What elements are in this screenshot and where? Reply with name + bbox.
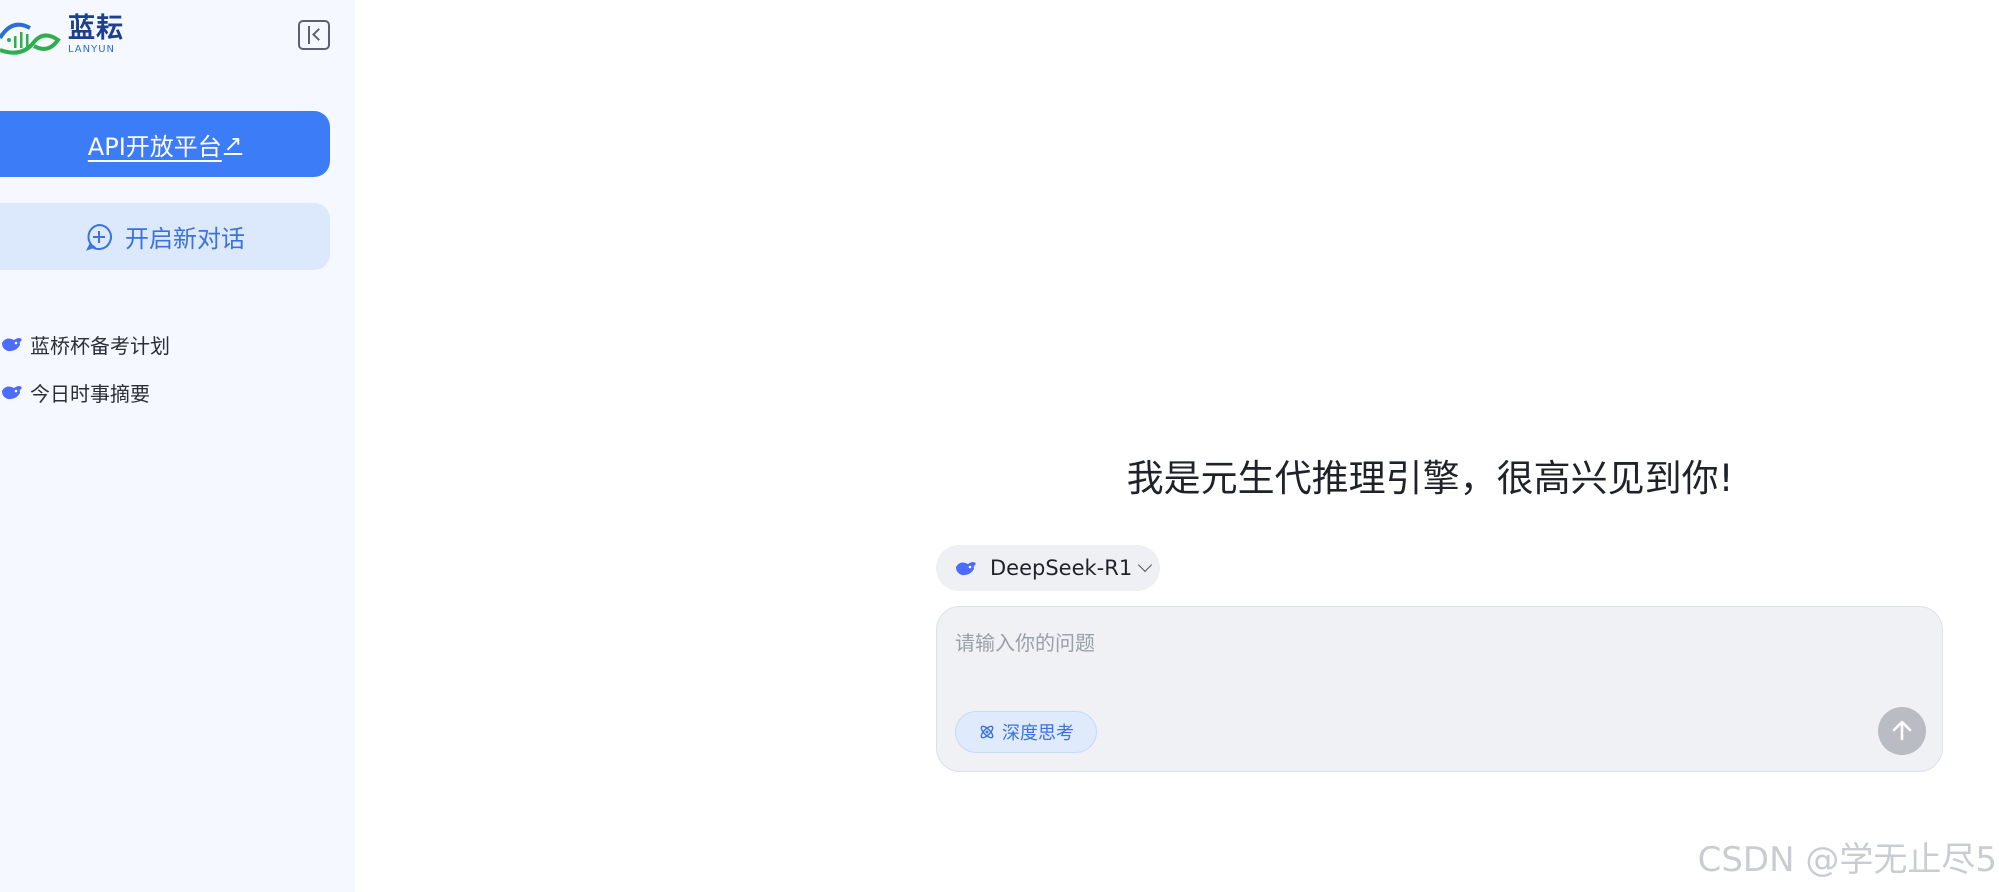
- history-item-label: 蓝桥杯备考计划: [30, 333, 170, 358]
- deep-think-label: 深度思考: [1002, 723, 1074, 744]
- sidebar-collapse-icon: [308, 26, 310, 44]
- new-chat-label: 开启新对话: [125, 225, 245, 253]
- question-input[interactable]: [955, 627, 1855, 667]
- model-selector[interactable]: DeepSeek-R1: [936, 545, 1160, 591]
- send-button[interactable]: [1878, 707, 1926, 755]
- welcome-greeting: 我是元生代推理引擎，很高兴见到你!: [1126, 457, 1734, 500]
- whale-icon: [2, 386, 22, 400]
- lanyun-logo-icon: [0, 22, 61, 55]
- history-item-label: 今日时事摘要: [30, 381, 150, 406]
- api-platform-button[interactable]: API开放平台 ↗: [0, 111, 330, 177]
- chat-history-list: 蓝桥杯备考计划 今日时事摘要: [0, 320, 355, 416]
- external-link-icon: ↗: [223, 131, 243, 157]
- app-root: 蓝耘 LANYUN API开放平台 ↗ 开启新对话 蓝桥杯备考计划 今日时事摘要…: [0, 0, 1999, 892]
- history-item[interactable]: 蓝桥杯备考计划: [0, 320, 355, 368]
- chat-plus-icon: [86, 223, 112, 251]
- logo-name-cn: 蓝耘: [68, 13, 124, 44]
- logo: 蓝耘 LANYUN: [0, 12, 140, 58]
- new-chat-button[interactable]: 开启新对话: [0, 203, 330, 270]
- history-item[interactable]: 今日时事摘要: [0, 368, 355, 416]
- deepseek-whale-icon: [956, 562, 976, 576]
- sidebar: 蓝耘 LANYUN API开放平台 ↗ 开启新对话 蓝桥杯备考计划 今日时事摘要: [0, 0, 355, 892]
- whale-icon: [2, 338, 22, 352]
- sidebar-collapse-button[interactable]: [298, 20, 330, 50]
- chat-input-box: 深度思考: [936, 606, 1943, 772]
- chevron-left-icon: [312, 28, 325, 41]
- atom-icon: [980, 725, 994, 739]
- arrow-up-icon: [1892, 720, 1912, 741]
- logo-name-en: LANYUN: [68, 44, 116, 55]
- deep-think-toggle[interactable]: 深度思考: [955, 711, 1097, 753]
- logo-text: 蓝耘 LANYUN: [68, 15, 124, 55]
- api-platform-label: API开放平台: [87, 132, 222, 161]
- chevron-down-icon: [1138, 557, 1153, 573]
- csdn-watermark: CSDN @学无止尽5: [1697, 840, 1997, 880]
- model-selector-label: DeepSeek-R1: [990, 556, 1133, 580]
